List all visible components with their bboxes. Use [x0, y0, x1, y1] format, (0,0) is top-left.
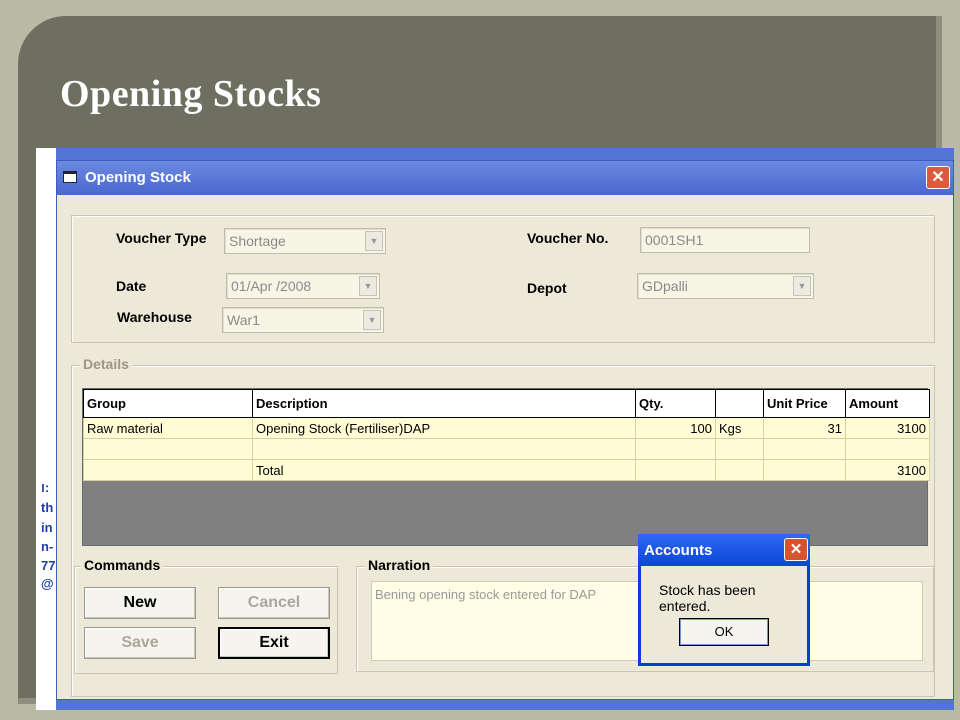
cell-unit[interactable] [715, 438, 764, 460]
voucher-type-value: Shortage [229, 233, 286, 249]
table-row[interactable]: Raw material Opening Stock (Fertiliser)D… [83, 417, 930, 439]
cell-unit[interactable] [715, 459, 764, 481]
voucher-no-label: Voucher No. [527, 230, 609, 246]
chevron-down-icon[interactable]: ▼ [793, 276, 811, 296]
table-total-row[interactable]: Total 3100 [83, 459, 930, 481]
col-header-amount[interactable]: Amount [845, 389, 930, 418]
cell-qty[interactable] [635, 438, 716, 460]
depot-value: GDpalli [642, 278, 688, 294]
depot-combo[interactable]: GDpalli ▼ [637, 273, 814, 299]
cell-description[interactable]: Total [252, 459, 636, 481]
strip-text: th [41, 500, 54, 515]
dialog-close-button[interactable]: ✕ [784, 538, 808, 561]
cell-amount[interactable]: 3100 [845, 417, 930, 439]
cancel-button[interactable]: Cancel [218, 587, 330, 619]
voucher-header-group: Voucher Type Shortage ▼ Date 01/Apr /200… [71, 215, 935, 343]
cell-qty[interactable] [635, 459, 716, 481]
narration-legend: Narration [365, 557, 434, 573]
slide-title: Opening Stocks [60, 73, 322, 115]
slide-background: Opening Stocks ו: th in n- 77 @ Opening … [18, 16, 954, 710]
exit-button[interactable]: Exit [218, 627, 330, 659]
cell-unit-price[interactable] [763, 438, 846, 460]
col-header-unit-price[interactable]: Unit Price [763, 389, 846, 418]
cell-unit-price[interactable]: 31 [763, 417, 846, 439]
date-label: Date [116, 278, 147, 294]
window-title: Opening Stock [85, 169, 191, 186]
cell-unit[interactable]: Kgs [715, 417, 764, 439]
cell-description[interactable] [252, 438, 636, 460]
warehouse-value: War1 [227, 312, 260, 328]
new-button[interactable]: New [84, 587, 196, 619]
cell-group[interactable] [83, 438, 253, 460]
strip-text: 77 [41, 558, 56, 573]
dialog-titlebar[interactable]: Accounts ✕ [638, 534, 810, 566]
depot-label: Depot [527, 280, 567, 296]
cell-qty[interactable]: 100 [635, 417, 716, 439]
strip-text: in [41, 520, 53, 535]
dialog-title: Accounts [644, 542, 713, 559]
dialog-message: Stock has been entered. [659, 582, 756, 614]
screenshot-frame: ו: th in n- 77 @ Opening Stock ✕ Voucher… [36, 148, 954, 710]
details-grid[interactable]: Group Description Qty. Unit Price Amount… [82, 388, 930, 546]
voucher-no-field[interactable]: 0001SH1 [640, 227, 810, 253]
table-header-row: Group Description Qty. Unit Price Amount [83, 389, 930, 418]
cell-group[interactable]: Raw material [83, 417, 253, 439]
window-titlebar[interactable]: Opening Stock ✕ [57, 161, 953, 195]
chevron-down-icon[interactable]: ▼ [359, 276, 377, 296]
commands-group: Commands New Cancel Save Exit [74, 557, 338, 674]
cell-amount[interactable] [845, 438, 930, 460]
chevron-down-icon[interactable]: ▼ [365, 231, 383, 251]
cell-unit-price[interactable] [763, 459, 846, 481]
ok-button[interactable]: OK [679, 618, 769, 646]
background-window-strip: ו: th in n- 77 @ [36, 148, 56, 710]
warehouse-label: Warehouse [117, 309, 192, 325]
date-value: 01/Apr /2008 [231, 278, 312, 294]
cell-description[interactable]: Opening Stock (Fertiliser)DAP [252, 417, 636, 439]
strip-text: @ [41, 576, 54, 591]
col-header-qty[interactable]: Qty. [635, 389, 716, 418]
save-button[interactable]: Save [84, 627, 196, 659]
voucher-type-combo[interactable]: Shortage ▼ [224, 228, 386, 254]
window-app-icon [63, 171, 77, 183]
table-row[interactable] [83, 438, 930, 460]
col-header-group[interactable]: Group [83, 389, 253, 418]
strip-text: ו: [41, 480, 50, 495]
cell-amount[interactable]: 3100 [845, 459, 930, 481]
details-legend: Details [80, 356, 132, 372]
commands-legend: Commands [81, 557, 164, 573]
warehouse-combo[interactable]: War1 ▼ [222, 307, 384, 333]
col-header-description[interactable]: Description [252, 389, 636, 418]
accounts-dialog: Accounts ✕ Stock has been entered. OK [638, 534, 810, 666]
strip-text: n- [41, 539, 54, 554]
window-close-button[interactable]: ✕ [926, 166, 950, 189]
date-picker[interactable]: 01/Apr /2008 ▼ [226, 273, 380, 299]
chevron-down-icon[interactable]: ▼ [363, 310, 381, 330]
voucher-type-label: Voucher Type [116, 230, 207, 246]
col-header-unit[interactable] [715, 389, 764, 418]
details-table: Group Description Qty. Unit Price Amount… [83, 389, 930, 481]
cell-group[interactable] [83, 459, 253, 481]
